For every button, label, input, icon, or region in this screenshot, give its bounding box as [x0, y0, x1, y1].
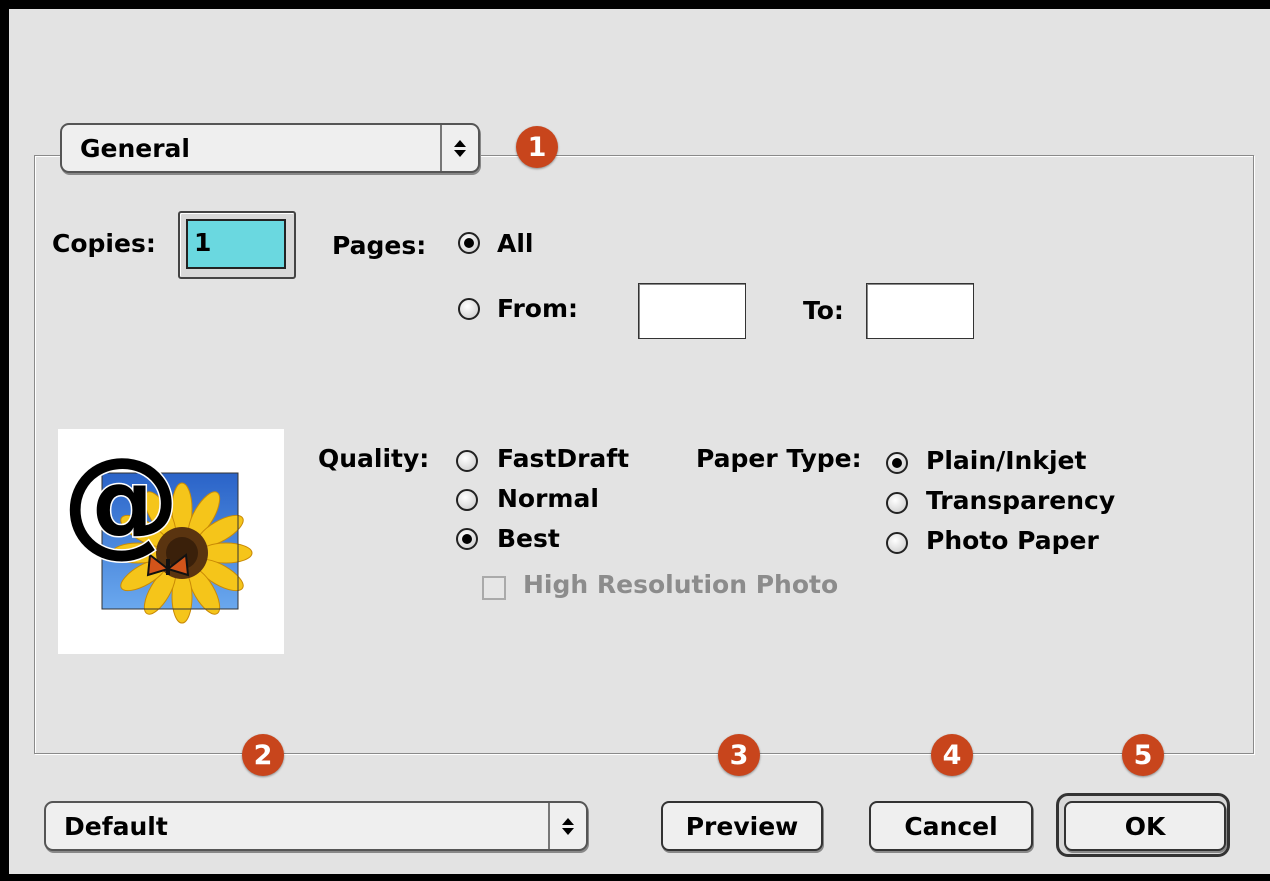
high-resolution-photo-label: High Resolution Photo — [523, 570, 839, 599]
window-frame-top — [0, 0, 1270, 9]
settings-popup-menu[interactable]: Default — [44, 801, 588, 851]
paper-type-label: Paper Type: — [696, 444, 862, 473]
paper-photo-paper-label: Photo Paper — [926, 526, 1099, 555]
pages-to-label: To: — [803, 296, 844, 325]
settings-popup-label: Default — [64, 811, 168, 841]
pages-all-label: All — [497, 229, 534, 258]
cancel-button[interactable]: Cancel — [869, 801, 1033, 851]
copies-value: 1 — [194, 228, 212, 257]
quality-normal-label: Normal — [497, 484, 599, 513]
pages-from-radio[interactable] — [458, 298, 480, 320]
window-frame-bottom — [0, 874, 1270, 881]
up-down-arrows-icon — [548, 803, 586, 849]
pages-label: Pages: — [332, 231, 427, 260]
callout-badge-3: 3 — [718, 734, 760, 776]
paper-plain-inkjet-label: Plain/Inkjet — [926, 446, 1087, 475]
paper-transparency-radio[interactable] — [886, 492, 908, 514]
quality-best-label: Best — [497, 524, 560, 553]
preview-button[interactable]: Preview — [661, 801, 823, 851]
sunflower-butterfly-image: @ — [61, 430, 253, 624]
quality-best-radio[interactable] — [456, 528, 478, 550]
quality-fastdraft-radio[interactable] — [456, 450, 478, 472]
at-sign-icon: @ — [62, 431, 180, 569]
paper-photo-paper-radio[interactable] — [886, 532, 908, 554]
window-frame-left — [0, 0, 9, 881]
high-resolution-photo-checkbox[interactable] — [482, 576, 506, 600]
ok-button[interactable]: OK — [1064, 801, 1226, 851]
paper-transparency-label: Transparency — [926, 486, 1116, 515]
panel-popup-label: General — [80, 133, 190, 163]
pages-from-label: From: — [497, 294, 579, 323]
panel-popup-menu[interactable]: General — [60, 123, 480, 173]
copies-field[interactable]: 1 — [186, 219, 286, 269]
quality-label: Quality: — [318, 444, 430, 473]
callout-badge-1: 1 — [516, 126, 558, 168]
paper-plain-inkjet-radio[interactable] — [886, 452, 908, 474]
callout-badge-5: 5 — [1122, 734, 1164, 776]
up-down-arrows-icon — [440, 125, 478, 171]
print-preview-image: @ — [58, 429, 284, 654]
callout-badge-2: 2 — [242, 734, 284, 776]
pages-from-field[interactable] — [638, 283, 746, 339]
quality-fastdraft-label: FastDraft — [497, 444, 630, 473]
pages-all-radio[interactable] — [458, 232, 480, 254]
callout-badge-4: 4 — [931, 734, 973, 776]
pages-to-field[interactable] — [866, 283, 974, 339]
quality-normal-radio[interactable] — [456, 489, 478, 511]
copies-label: Copies: — [52, 229, 156, 258]
